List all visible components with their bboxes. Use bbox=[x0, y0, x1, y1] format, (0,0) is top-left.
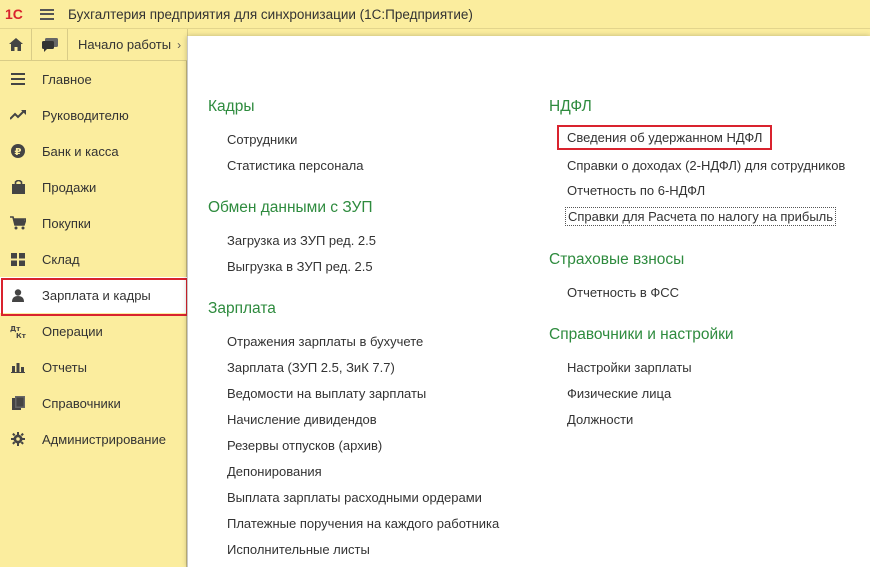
person-icon bbox=[0, 277, 36, 313]
sidebar-item-label: Банк и касса bbox=[42, 143, 119, 159]
1c-logo-icon[interactable]: 1С bbox=[0, 0, 34, 29]
group-title-ndfl: НДФЛ bbox=[549, 98, 592, 115]
sidebar-item-label: Отчеты bbox=[42, 359, 87, 375]
sidebar-item-reports[interactable]: Отчеты bbox=[0, 349, 187, 385]
sidebar-item-operations[interactable]: Дт Кт Операции bbox=[0, 313, 187, 349]
cart-icon bbox=[0, 205, 36, 241]
tab-start-label: Начало работы bbox=[78, 37, 172, 52]
app-title: Бухгалтерия предприятия для синхронизаци… bbox=[68, 6, 473, 22]
list-icon bbox=[0, 61, 36, 97]
link-withheld-ndfl[interactable]: Сведения об удержанном НДФЛ bbox=[557, 125, 773, 150]
link-salary-settings[interactable]: Настройки зарплаты bbox=[567, 360, 692, 375]
link-payment-orders[interactable]: Платежные поручения на каждого работника bbox=[227, 516, 499, 531]
sidebar-item-sales[interactable]: Продажи bbox=[0, 169, 187, 205]
sidebar-item-label: Зарплата и кадры bbox=[42, 287, 151, 303]
svg-text:₽: ₽ bbox=[15, 147, 22, 158]
sidebar-item-admin[interactable]: Администрирование bbox=[0, 421, 187, 457]
link-6ndfl[interactable]: Отчетность по 6-НДФЛ bbox=[567, 183, 705, 198]
books-icon bbox=[0, 385, 36, 421]
sidebar-item-catalogs[interactable]: Справочники bbox=[0, 385, 187, 421]
gear-icon bbox=[0, 421, 36, 457]
sidebar-item-label: Справочники bbox=[42, 395, 121, 411]
link-fss-reports[interactable]: Отчетность в ФСС bbox=[567, 285, 679, 300]
sidebar-item-label: Главное bbox=[42, 71, 92, 87]
sidebar-item-label: Администрирование bbox=[42, 431, 166, 447]
grid-icon bbox=[0, 241, 36, 277]
link-individuals[interactable]: Физические лица bbox=[567, 386, 671, 401]
sidebar-item-label: Руководителю bbox=[42, 107, 129, 123]
link-depositing[interactable]: Депонирования bbox=[227, 464, 322, 479]
group-title-insurance: Страховые взносы bbox=[549, 251, 685, 268]
link-dividends[interactable]: Начисление дивидендов bbox=[227, 412, 377, 427]
salary-section-panel: Кадры Сотрудники Статистика персонала Об… bbox=[187, 36, 870, 567]
link-positions[interactable]: Должности bbox=[567, 412, 633, 427]
link-cash-payouts[interactable]: Выплата зарплаты расходными ордерами bbox=[227, 490, 482, 505]
link-vacation-reserves[interactable]: Резервы отпусков (архив) bbox=[227, 438, 382, 453]
sidebar-item-salary[interactable]: Зарплата и кадры bbox=[0, 277, 188, 316]
dt-kt-icon: Дт Кт bbox=[0, 313, 36, 349]
group-title-settings: Справочники и настройки bbox=[549, 326, 734, 343]
svg-text:1С: 1С bbox=[5, 6, 23, 22]
bag-icon bbox=[0, 169, 36, 205]
bar-chart-icon bbox=[0, 349, 36, 385]
group-title-zup-exchange: Обмен данными с ЗУП bbox=[208, 199, 373, 216]
sidebar-item-label: Продажи bbox=[42, 179, 97, 195]
svg-text:Кт: Кт bbox=[16, 332, 26, 338]
group-title-hr: Кадры bbox=[208, 98, 255, 115]
sidebar-item-purchases[interactable]: Покупки bbox=[0, 205, 187, 241]
home-icon[interactable] bbox=[0, 29, 32, 60]
sidebar-item-label: Покупки bbox=[42, 215, 91, 231]
trend-icon bbox=[0, 97, 36, 133]
tab-start-page[interactable]: Начало работы › bbox=[68, 29, 188, 60]
link-salary-zup[interactable]: Зарплата (ЗУП 2.5, ЗиК 7.7) bbox=[227, 360, 395, 375]
link-zup-import[interactable]: Загрузка из ЗУП ред. 2.5 bbox=[227, 233, 376, 248]
link-employees[interactable]: Сотрудники bbox=[227, 132, 297, 147]
sidebar-item-bank[interactable]: ₽ Банк и касса bbox=[0, 133, 187, 169]
chevron-right-icon[interactable]: › bbox=[177, 38, 181, 52]
link-profit-tax-certificates[interactable]: Справки для Расчета по налогу на прибыль bbox=[565, 207, 837, 226]
sidebar-item-label: Операции bbox=[42, 323, 103, 339]
hamburger-icon[interactable] bbox=[34, 0, 60, 29]
link-payroll-statements[interactable]: Ведомости на выплату зарплаты bbox=[227, 386, 426, 401]
sidebar-item-warehouse[interactable]: Склад bbox=[0, 241, 187, 277]
group-title-salary: Зарплата bbox=[208, 300, 276, 317]
title-bar: 1С Бухгалтерия предприятия для синхрониз… bbox=[0, 0, 870, 29]
link-staff-statistics[interactable]: Статистика персонала bbox=[227, 158, 364, 173]
link-zup-export[interactable]: Выгрузка в ЗУП ред. 2.5 bbox=[227, 259, 373, 274]
link-salary-accounting[interactable]: Отражения зарплаты в бухучете bbox=[227, 334, 423, 349]
chat-icon[interactable] bbox=[32, 29, 68, 60]
ruble-icon: ₽ bbox=[0, 133, 36, 169]
sidebar-item-main[interactable]: Главное bbox=[0, 61, 187, 97]
link-writs[interactable]: Исполнительные листы bbox=[227, 542, 370, 557]
sidebar-item-manager[interactable]: Руководителю bbox=[0, 97, 187, 133]
sidebar-item-label: Склад bbox=[42, 251, 80, 267]
link-2ndfl[interactable]: Справки о доходах (2-НДФЛ) для сотрудник… bbox=[567, 158, 845, 173]
sidebar: Главное Руководителю ₽ Банк и касса Прод… bbox=[0, 61, 188, 567]
